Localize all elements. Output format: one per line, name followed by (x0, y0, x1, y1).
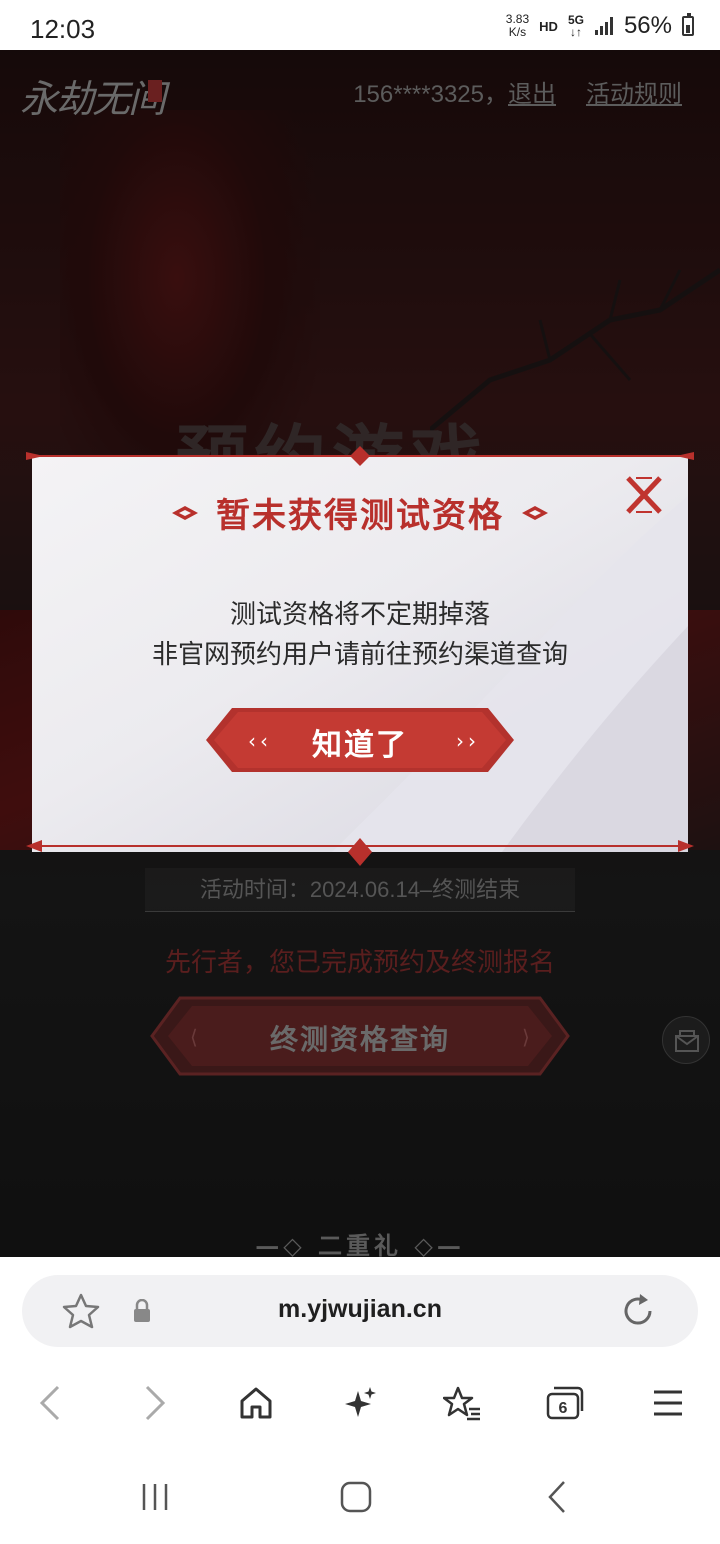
sparkle-icon (345, 1387, 376, 1417)
activity-time: 活动时间：2024.06.14–终测结束 (145, 868, 575, 912)
battery-percent: 56% (623, 12, 672, 39)
system-home-icon (340, 1481, 372, 1513)
system-back-icon (548, 1481, 565, 1513)
signal-icon (594, 17, 613, 35)
back-button[interactable] (20, 1373, 80, 1433)
reload-icon[interactable] (618, 1291, 658, 1331)
title-ornament-left-icon (172, 505, 198, 520)
game-logo: 永劫无间 (20, 77, 166, 121)
ok-button[interactable]: ‹ ‹ › › 知道了 (206, 708, 514, 772)
modal-message-line1: 测试资格将不定期掉落 (229, 599, 490, 629)
home-button[interactable] (226, 1373, 286, 1433)
ornament-left-icon: —◇ (255, 1231, 318, 1257)
ai-button[interactable] (330, 1373, 390, 1433)
network-speed: 3.83 K/s (505, 12, 530, 39)
logout-link[interactable]: 退出 (508, 81, 556, 108)
forward-button[interactable] (125, 1373, 185, 1433)
back-icon (39, 1385, 60, 1421)
qualification-query-button[interactable]: ⟨ ⟩ 终测资格查询 (150, 996, 570, 1076)
rules-link[interactable]: 活动规则 (586, 81, 682, 108)
battery-icon (682, 13, 694, 36)
hd-badge: HD (539, 18, 558, 34)
user-phone: 156****3325， (353, 81, 508, 108)
browser-toolbar: m.yjwujian.cn 6 (0, 1257, 720, 1544)
modal-title: 暂未获得测试资格 (216, 496, 504, 536)
browser-nav-row: 6 (0, 1373, 720, 1433)
menu-icon (654, 1390, 682, 1416)
title-ornament-right-icon (522, 505, 548, 520)
system-home-button[interactable] (326, 1467, 386, 1527)
url-text[interactable]: m.yjwujian.cn (22, 1295, 698, 1324)
forward-icon (145, 1385, 166, 1421)
registration-status: 先行者，您已完成预约及终测报名 (164, 947, 555, 977)
tab-count: 6 (559, 1400, 568, 1417)
logo-seal (148, 80, 162, 102)
qualification-query-label: 终测资格查询 (269, 1023, 450, 1056)
recent-apps-icon (142, 1484, 168, 1510)
address-bar[interactable]: m.yjwujian.cn (22, 1275, 698, 1347)
modal-message-line2: 非官网预约用户请前往预约渠道查询 (151, 639, 568, 669)
recent-apps-button[interactable] (125, 1467, 185, 1527)
modal-bottom-ornament (26, 838, 694, 866)
data-arrows-icon: ↓↑ (569, 25, 582, 39)
mail-icon (675, 1030, 699, 1052)
modal-title-row: 暂未获得测试资格 (32, 488, 688, 537)
bookmarks-button[interactable] (432, 1373, 492, 1433)
section-title: —◇ 二重礼 ◇— (0, 1226, 720, 1257)
status-indicators: 3.83 K/s HD 5G ↓↑ 56% (506, 12, 694, 40)
close-icon (626, 476, 662, 514)
system-nav-bar (0, 1467, 720, 1537)
status-bar: 12:03 3.83 K/s HD 5G ↓↑ 56% (0, 0, 720, 50)
menu-button[interactable] (638, 1373, 698, 1433)
tabs-icon: 6 (546, 1386, 584, 1420)
tabs-button[interactable]: 6 (535, 1373, 595, 1433)
modal-top-ornament (26, 446, 694, 466)
ornament-right-icon: ◇— (402, 1231, 465, 1257)
network-type: 5G ↓↑ (567, 13, 584, 39)
system-back-button[interactable] (528, 1467, 588, 1527)
close-button[interactable] (622, 474, 666, 516)
bookmarks-list-icon (443, 1386, 480, 1421)
ok-button-label: 知道了 (312, 728, 408, 763)
user-bar: 156****3325，退出 活动规则 (353, 74, 682, 109)
home-icon (240, 1387, 272, 1419)
status-time: 12:03 (30, 14, 96, 44)
message-button[interactable] (662, 1016, 710, 1064)
